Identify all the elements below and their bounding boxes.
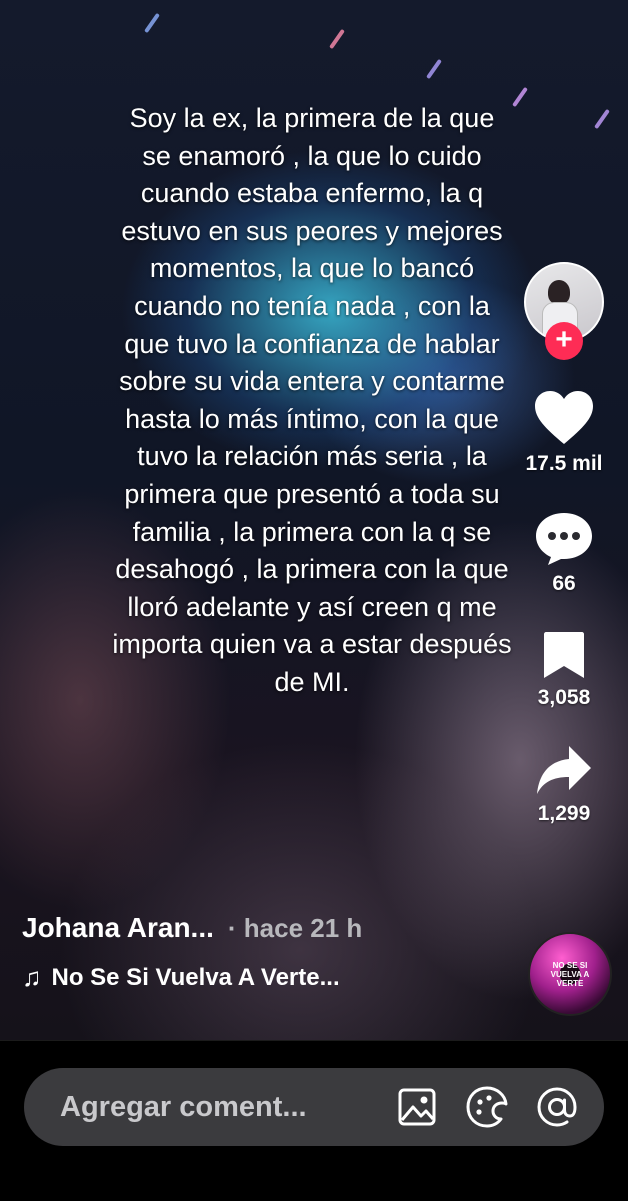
emoji-button[interactable] [460, 1080, 514, 1134]
comment-button[interactable]: 66 [534, 510, 594, 596]
music-line[interactable]: ♫ No Se Si Vuelva A Verte... [22, 962, 462, 993]
action-rail: + 17.5 mil 66 3,058 1,299 [514, 262, 614, 826]
heart-icon [535, 391, 593, 444]
image-button[interactable] [390, 1080, 444, 1134]
light-streak [512, 86, 528, 108]
avatar-figure [548, 280, 570, 304]
author-line: Johana Aran... · hace 21 h [22, 912, 462, 944]
comment-bar [0, 1040, 628, 1201]
comment-count: 66 [552, 572, 576, 595]
like-button[interactable]: 17.5 mil [525, 390, 603, 476]
music-title: No Se Si Vuelva A Verte... [51, 963, 340, 991]
light-streak [144, 12, 160, 34]
light-streak [329, 28, 345, 50]
save-button[interactable]: 3,058 [537, 630, 591, 710]
at-icon [537, 1087, 577, 1127]
comment-box [24, 1068, 604, 1146]
post-meta: Johana Aran... · hace 21 h ♫ No Se Si Vu… [22, 912, 462, 993]
comment-input[interactable] [58, 1089, 374, 1125]
video-player[interactable]: Soy la ex, la primera de la que se enamo… [0, 0, 628, 1040]
music-disc[interactable]: NO SE SI VUELVA A VERTE [528, 932, 612, 1016]
post-time: · hace 21 h [227, 913, 363, 943]
like-count: 17.5 mil [525, 452, 603, 475]
image-icon [398, 1088, 436, 1126]
bookmark-icon [544, 632, 584, 678]
light-streak [594, 108, 610, 130]
save-count: 3,058 [537, 686, 591, 709]
share-icon [537, 746, 591, 794]
follow-button[interactable]: + [545, 322, 583, 360]
video-caption-overlay: Soy la ex, la primera de la que se enamo… [112, 103, 512, 697]
music-note-icon: ♫ [22, 962, 42, 992]
share-button[interactable]: 1,299 [535, 744, 593, 826]
light-streak [426, 58, 442, 80]
emoji-icon [466, 1086, 508, 1128]
comment-icon [536, 513, 592, 565]
music-disc-label: NO SE SI VUELVA A VERTE [550, 960, 590, 988]
share-count: 1,299 [537, 802, 591, 825]
mention-button[interactable] [530, 1080, 584, 1134]
author-name[interactable]: Johana Aran... [22, 912, 214, 944]
